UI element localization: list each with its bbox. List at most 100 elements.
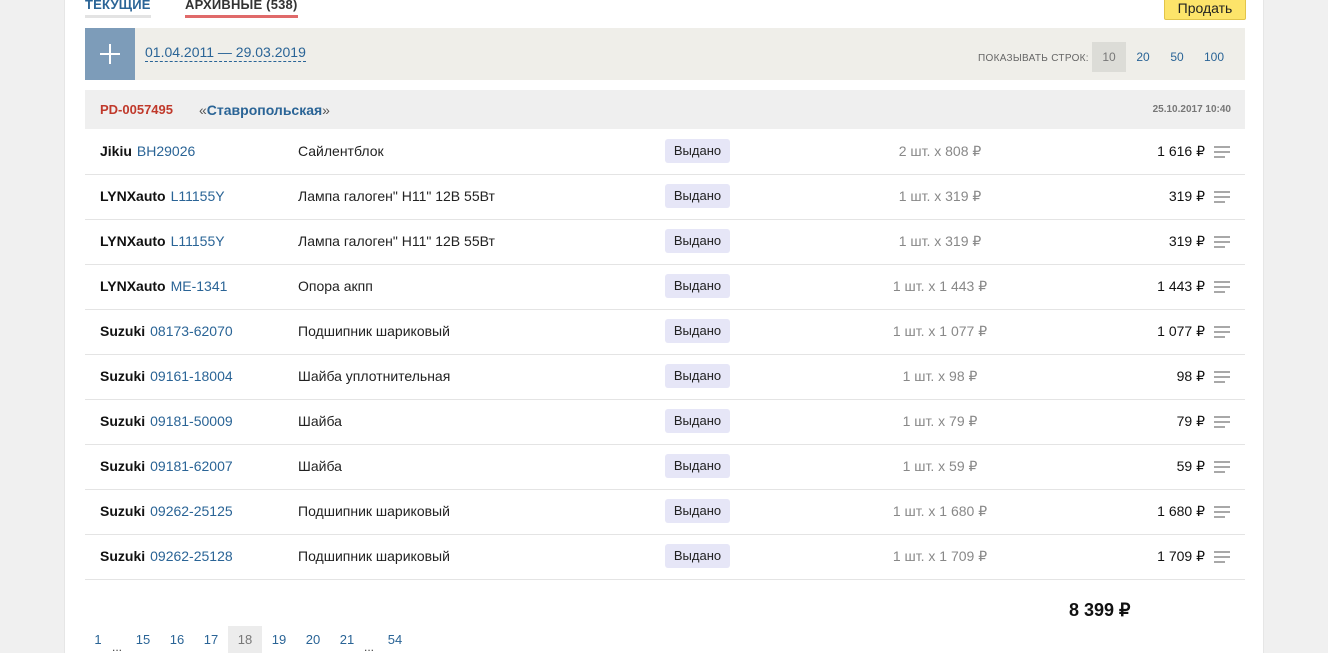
item-sum: 1 077 ₽: [1157, 323, 1205, 339]
details-menu-icon[interactable]: [1214, 236, 1230, 248]
part-code-link[interactable]: 09262-25125: [150, 503, 233, 519]
item-quantity-price: 1 шт. x 319 ₽: [898, 233, 982, 249]
status-badge: Выдано: [665, 184, 730, 208]
tab-archive[interactable]: АРХИВНЫЕ (538): [185, 0, 298, 18]
order-store[interactable]: «Ставропольская»: [199, 102, 330, 118]
brand-name: LYNXauto: [100, 233, 166, 249]
item-description: Лампа галоген" H11" 12В 55Вт: [298, 188, 495, 204]
table-row: Suzuki 09262-25125 Подшипник шариковый Выда…: [85, 490, 1245, 535]
item-description: Подшипник шариковый: [298, 548, 450, 564]
item-quantity-price: 1 шт. x 1 443 ₽: [892, 278, 988, 294]
item-sum: 98 ₽: [1176, 368, 1205, 384]
pagination-ellipsis: ...: [112, 640, 123, 653]
filter-bar: 01.04.2011 — 29.03.2019 ПОКАЗЫВАТЬ СТРОК…: [85, 28, 1245, 80]
status-badge: Выдано: [665, 229, 730, 253]
item-brand: Suzuki 09181-50009: [100, 413, 233, 429]
item-sum: 1 443 ₽: [1157, 278, 1205, 294]
item-sum: 1 680 ₽: [1157, 503, 1205, 519]
page-link-16[interactable]: 16: [160, 626, 194, 653]
table-row: Suzuki 09181-62007 Шайба Выдано 1 шт. x 59 ₽…: [85, 445, 1245, 490]
details-menu-icon[interactable]: [1214, 146, 1230, 158]
table-row: LYNXauto L11155Y Лампа галоген" H11" 12В 5…: [85, 220, 1245, 265]
status-badge: Выдано: [665, 319, 730, 343]
item-quantity-price: 1 шт. x 1 709 ₽: [892, 548, 988, 564]
item-sum: 79 ₽: [1176, 413, 1205, 429]
details-menu-icon[interactable]: [1214, 506, 1230, 518]
item-description: Сайлентблок: [298, 143, 384, 159]
item-sum: 1 616 ₽: [1157, 143, 1205, 159]
brand-name: Jikiu: [100, 143, 132, 159]
page-current-18[interactable]: 18: [228, 626, 262, 653]
table-row: Suzuki 09181-50009 Шайба Выдано 1 шт. x 79 ₽…: [85, 400, 1245, 445]
page-link-19[interactable]: 19: [262, 626, 296, 653]
brand-name: Suzuki: [100, 323, 146, 339]
details-menu-icon[interactable]: [1214, 551, 1230, 563]
page-link-1[interactable]: 1: [81, 626, 115, 653]
status-badge: Выдано: [665, 409, 730, 433]
part-code-link[interactable]: 09181-50009: [150, 413, 233, 429]
date-range-link[interactable]: 01.04.2011 — 29.03.2019: [145, 44, 306, 62]
item-quantity-price: 1 шт. x 1 680 ₽: [892, 503, 988, 519]
sell-button[interactable]: Продать: [1164, 0, 1246, 20]
details-menu-icon[interactable]: [1214, 281, 1230, 293]
part-code-link[interactable]: 08173-62070: [150, 323, 233, 339]
details-menu-icon[interactable]: [1214, 191, 1230, 203]
page-link-17[interactable]: 17: [194, 626, 228, 653]
details-menu-icon[interactable]: [1214, 416, 1230, 428]
item-quantity-price: 1 шт. x 319 ₽: [898, 188, 982, 204]
table-row: LYNXauto L11155Y Лампа галоген" H11" 12В 5…: [85, 175, 1245, 220]
item-description: Лампа галоген" H11" 12В 55Вт: [298, 233, 495, 249]
brand-name: Suzuki: [100, 503, 146, 519]
item-description: Шайба: [298, 458, 342, 474]
order-date: 25.10.2017 10:40: [1152, 104, 1231, 115]
status-badge: Выдано: [665, 139, 730, 163]
rows-option-20[interactable]: 20: [1126, 42, 1160, 72]
part-code-link[interactable]: ME-1341: [171, 278, 228, 294]
part-code-link[interactable]: L11155Y: [171, 188, 225, 204]
item-quantity-price: 1 шт. x 98 ₽: [902, 368, 978, 384]
details-menu-icon[interactable]: [1214, 371, 1230, 383]
item-brand: LYNXauto ME-1341: [100, 278, 227, 294]
page-link-15[interactable]: 15: [126, 626, 160, 653]
rows-option-10[interactable]: 10: [1092, 42, 1126, 72]
brand-name: LYNXauto: [100, 188, 166, 204]
brand-name: Suzuki: [100, 548, 146, 564]
rows-option-100[interactable]: 100: [1194, 42, 1234, 72]
brand-name: LYNXauto: [100, 278, 166, 294]
part-code-link[interactable]: 09262-25128: [150, 548, 233, 564]
item-description: Подшипник шариковый: [298, 503, 450, 519]
details-menu-icon[interactable]: [1214, 461, 1230, 473]
order-id[interactable]: PD-0057495: [100, 102, 173, 117]
pagination-ellipsis: ...: [364, 640, 375, 653]
item-brand: LYNXauto L11155Y: [100, 188, 225, 204]
item-description: Шайба: [298, 413, 342, 429]
item-quantity-price: 2 шт. x 808 ₽: [898, 143, 982, 159]
table-row: Suzuki 09161-18004 Шайба уплотнительная Выд…: [85, 355, 1245, 400]
rows-option-50[interactable]: 50: [1160, 42, 1194, 72]
brand-name: Suzuki: [100, 368, 146, 384]
item-quantity-price: 1 шт. x 1 077 ₽: [892, 323, 988, 339]
status-badge: Выдано: [665, 544, 730, 568]
status-badge: Выдано: [665, 364, 730, 388]
rows-per-page-label: ПОКАЗЫВАТЬ СТРОК:: [978, 53, 1089, 64]
part-code-link[interactable]: 09161-18004: [150, 368, 233, 384]
part-code-link[interactable]: 09181-62007: [150, 458, 233, 474]
page-link-20[interactable]: 20: [296, 626, 330, 653]
part-code-link[interactable]: BH29026: [137, 143, 195, 159]
item-quantity-price: 1 шт. x 79 ₽: [902, 413, 978, 429]
item-sum: 1 709 ₽: [1157, 548, 1205, 564]
page-link-54[interactable]: 54: [378, 626, 412, 653]
store-name[interactable]: Ставропольская: [207, 102, 322, 118]
add-filter-button[interactable]: [85, 28, 135, 80]
store-open-quote: «: [199, 102, 207, 118]
part-code-link[interactable]: L11155Y: [171, 233, 225, 249]
item-sum: 59 ₽: [1176, 458, 1205, 474]
tab-current[interactable]: ТЕКУЩИЕ: [85, 0, 151, 18]
details-menu-icon[interactable]: [1214, 326, 1230, 338]
item-brand: Suzuki 09181-62007: [100, 458, 233, 474]
item-sum: 319 ₽: [1168, 188, 1205, 204]
item-description: Опора акпп: [298, 278, 373, 294]
page-link-21[interactable]: 21: [330, 626, 364, 653]
brand-name: Suzuki: [100, 413, 146, 429]
status-badge: Выдано: [665, 454, 730, 478]
